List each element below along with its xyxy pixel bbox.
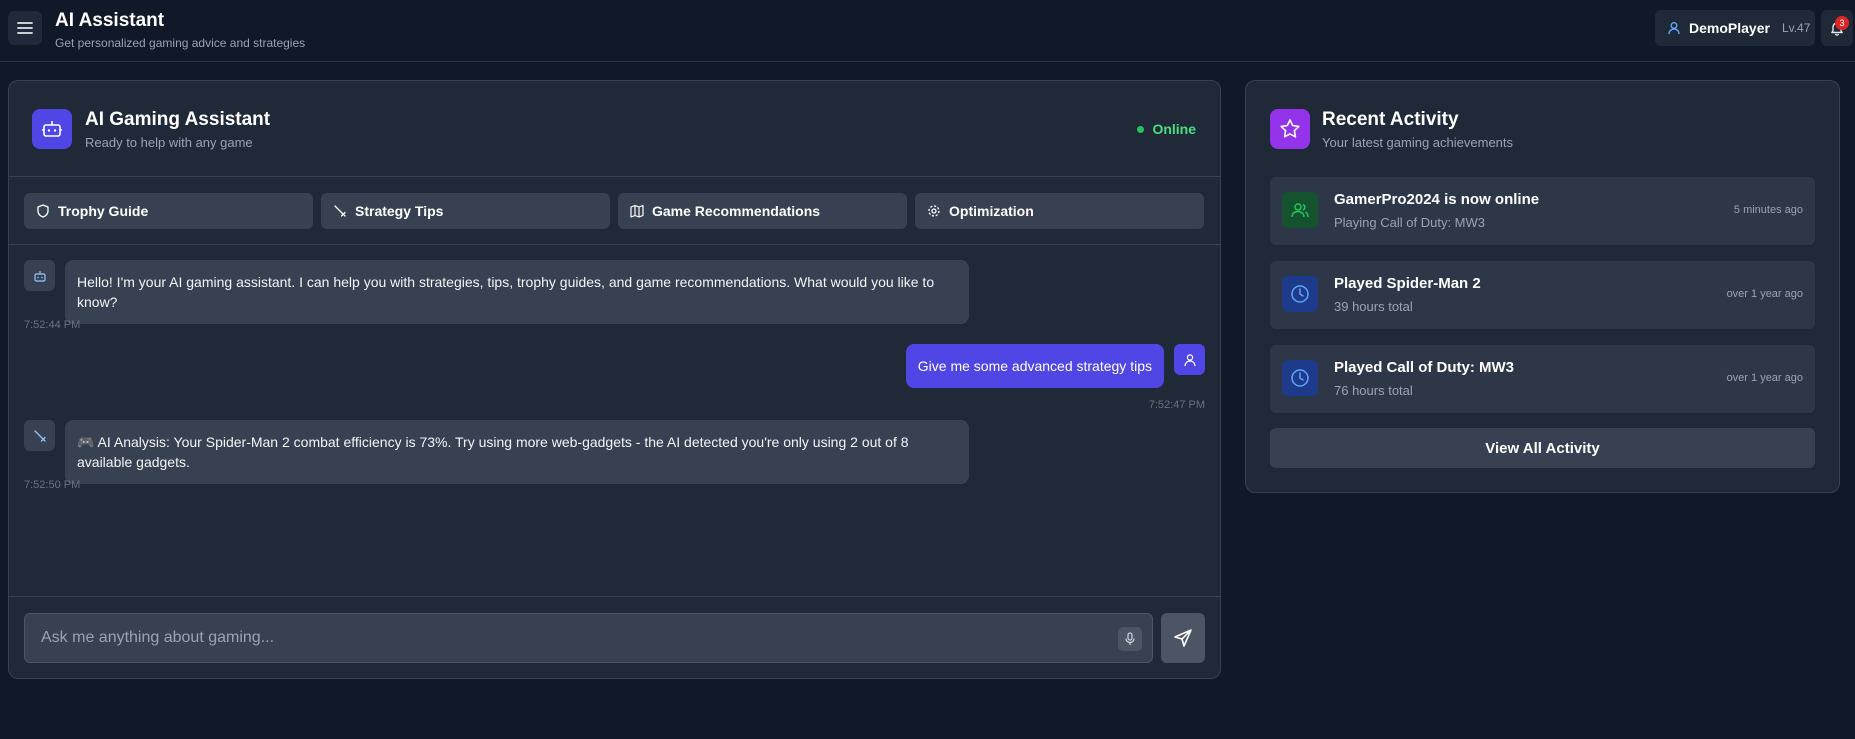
status-indicator: Online	[1137, 121, 1196, 137]
map-icon	[630, 204, 644, 218]
activity-time: 5 minutes ago	[1733, 204, 1803, 216]
user-icon	[1183, 353, 1197, 367]
activity-name: GamerPro2024 is now online	[1334, 191, 1540, 208]
activity-item[interactable]: GamerPro2024 is now online Playing Call …	[1270, 177, 1815, 245]
trophy-guide-label: Trophy Guide	[58, 203, 149, 219]
message-timestamp: 7:52:50 PM	[24, 479, 81, 491]
activity-detail: 39 hours total	[1334, 299, 1413, 314]
assistant-message: 🎮 AI Analysis: Your Spider-Man 2 combat …	[65, 420, 969, 484]
trophy-guide-button[interactable]: Trophy Guide	[24, 193, 313, 229]
user-message: Give me some advanced strategy tips	[905, 344, 1164, 388]
activity-name: Played Spider-Man 2	[1334, 275, 1481, 292]
shield-icon	[36, 204, 50, 218]
notifications-button[interactable]: 3	[1821, 10, 1853, 46]
menu-button[interactable]	[8, 11, 42, 45]
optimization-button[interactable]: Optimization	[915, 193, 1204, 229]
chat-header: AI Gaming Assistant Ready to help with a…	[9, 81, 1220, 177]
activity-item[interactable]: Played Call of Duty: MW3 76 hours total …	[1270, 345, 1815, 413]
message-timestamp: 7:52:47 PM	[1148, 399, 1205, 411]
app-subtitle: Get personalized gaming advice and strat…	[55, 36, 306, 50]
quick-actions: Trophy Guide Strategy Tips Game Recommen…	[9, 177, 1220, 245]
chat-title: AI Gaming Assistant	[85, 109, 271, 130]
activity-subtitle: Your latest gaming achievements	[1322, 135, 1514, 150]
message-input[interactable]	[25, 614, 1152, 662]
username: DemoPlayer	[1689, 20, 1770, 36]
user-profile-button[interactable]: DemoPlayer Lv.47	[1655, 10, 1815, 46]
bot-avatar	[32, 109, 72, 149]
activity-detail: Playing Call of Duty: MW3	[1334, 215, 1485, 230]
assistant-avatar	[24, 260, 55, 291]
game-recommendations-button[interactable]: Game Recommendations	[618, 193, 907, 229]
activity-detail: 76 hours total	[1334, 383, 1413, 398]
activity-time: over 1 year ago	[1726, 372, 1803, 384]
chat-subtitle: Ready to help with any game	[85, 135, 253, 150]
user-icon	[1667, 21, 1681, 35]
user-avatar	[1174, 344, 1205, 375]
menu-icon	[17, 21, 33, 35]
clock-icon	[1290, 368, 1310, 388]
assistant-message: Hello! I'm your AI gaming assistant. I c…	[65, 260, 969, 324]
activity-title: Recent Activity	[1322, 109, 1459, 130]
strategy-tips-label: Strategy Tips	[355, 203, 444, 219]
notification-badge: 3	[1835, 16, 1849, 30]
view-all-activity-button[interactable]: View All Activity	[1270, 428, 1815, 468]
top-bar: AI Assistant Get personalized gaming adv…	[0, 0, 1855, 62]
activity-time: over 1 year ago	[1726, 288, 1803, 300]
optimization-label: Optimization	[949, 203, 1034, 219]
activity-icon-box	[1282, 276, 1318, 312]
app-title: AI Assistant	[55, 10, 165, 31]
assistant-avatar	[24, 420, 55, 451]
activity-icon-box	[1282, 360, 1318, 396]
strategy-tips-button[interactable]: Strategy Tips	[321, 193, 610, 229]
microphone-icon	[1124, 632, 1136, 646]
voice-input-button[interactable]	[1118, 627, 1142, 651]
message-input-wrapper	[24, 613, 1153, 663]
message-timestamp: 7:52:44 PM	[24, 319, 81, 331]
message-composer	[9, 596, 1220, 678]
bot-icon	[41, 118, 63, 140]
game-recommendations-label: Game Recommendations	[652, 203, 821, 219]
clock-icon	[1290, 284, 1310, 304]
users-icon	[1290, 200, 1310, 220]
sword-icon	[33, 429, 47, 443]
chat-panel: AI Gaming Assistant Ready to help with a…	[8, 80, 1221, 679]
star-icon	[1279, 118, 1301, 140]
user-level: Lv.47	[1781, 21, 1811, 35]
activity-icon-box	[1282, 192, 1318, 228]
bot-icon	[33, 269, 47, 283]
status-text: Online	[1152, 121, 1196, 137]
sword-icon	[333, 204, 347, 218]
send-icon	[1173, 628, 1193, 648]
gear-icon	[927, 204, 941, 218]
activity-item[interactable]: Played Spider-Man 2 39 hours total over …	[1270, 261, 1815, 329]
online-dot	[1137, 125, 1145, 133]
recent-activity-panel: Recent Activity Your latest gaming achie…	[1245, 80, 1840, 493]
activity-badge	[1270, 109, 1310, 149]
message-list: Hello! I'm your AI gaming assistant. I c…	[9, 245, 1220, 596]
send-button[interactable]	[1161, 613, 1205, 663]
activity-name: Played Call of Duty: MW3	[1334, 359, 1515, 376]
